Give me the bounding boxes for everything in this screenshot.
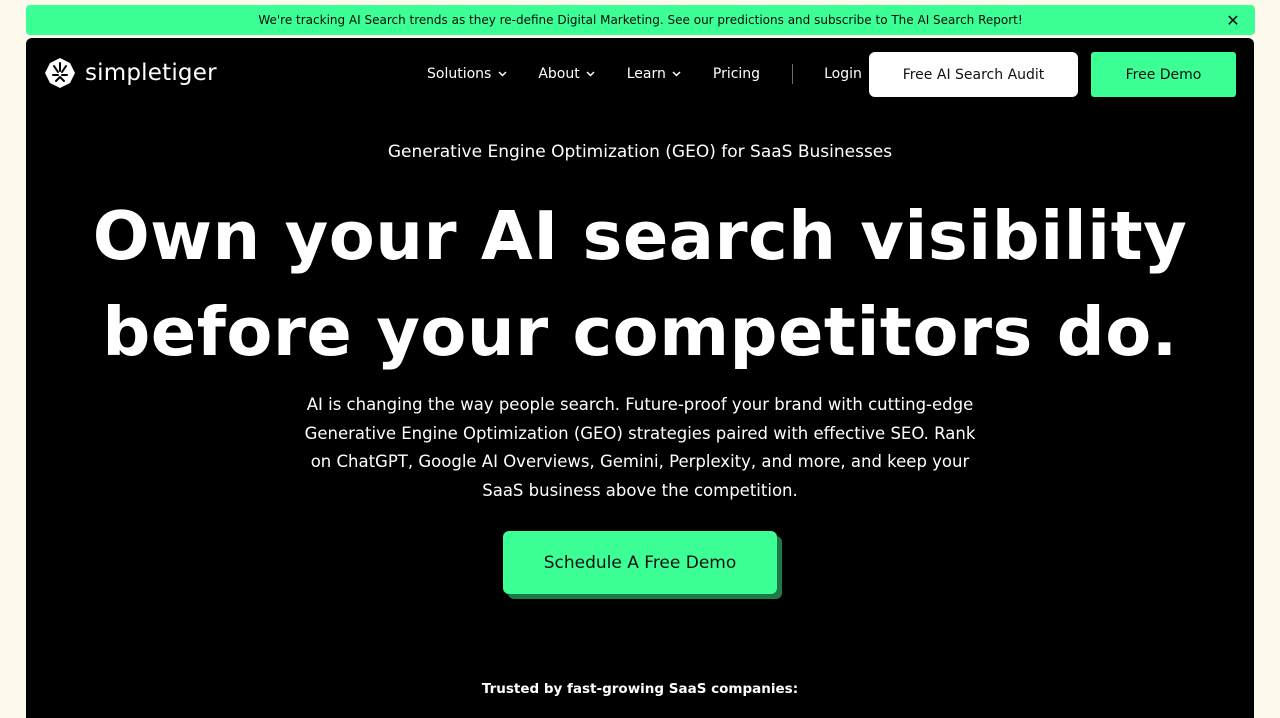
nav-solutions[interactable]: Solutions [427,63,508,85]
close-icon[interactable]: ✕ [1223,10,1243,30]
nav-about[interactable]: About [538,63,596,85]
free-demo-button[interactable]: Free Demo [1091,52,1236,97]
hero-eyebrow: Generative Engine Optimization (GEO) for… [387,142,893,162]
hero-subtext: AI is changing the way people search. Fu… [304,395,976,500]
nav-divider [792,64,794,84]
nav-label: Pricing [712,66,761,82]
free-ai-search-audit-button[interactable]: Free AI Search Audit [869,52,1078,97]
tiger-logo-icon [45,58,75,88]
chevron-down-icon [585,68,597,80]
chevron-down-icon [496,68,508,80]
headline-line-2: before your competitors do. [102,293,1178,371]
nav-label: About [538,66,580,82]
hero-panel: simpletiger Solutions About Learn Pricin… [26,38,1254,718]
nav-pricing[interactable]: Pricing [713,63,760,85]
login-label: Login [824,66,862,82]
announcement-text[interactable]: We're tracking AI Search trends as they … [258,13,1022,27]
nav-label: Solutions [427,66,492,82]
headline-line-1: Own your AI search visibility [92,197,1188,275]
announcement-bar: We're tracking AI Search trends as they … [26,5,1255,35]
logo-text: simpletiger [85,60,217,86]
login-link[interactable]: Login [824,63,862,85]
main-nav: Solutions About Learn Pricing Login [427,63,892,85]
trusted-by-heading: Trusted by fast-growing SaaS companies: [481,681,799,697]
chevron-down-icon [671,68,683,80]
logo[interactable]: simpletiger [44,57,217,89]
nav-learn[interactable]: Learn [627,63,683,85]
hero-headline: Own your AI search visibility before you… [26,188,1254,380]
schedule-demo-button[interactable]: Schedule A Free Demo [503,531,777,594]
nav-label: Learn [626,66,666,82]
